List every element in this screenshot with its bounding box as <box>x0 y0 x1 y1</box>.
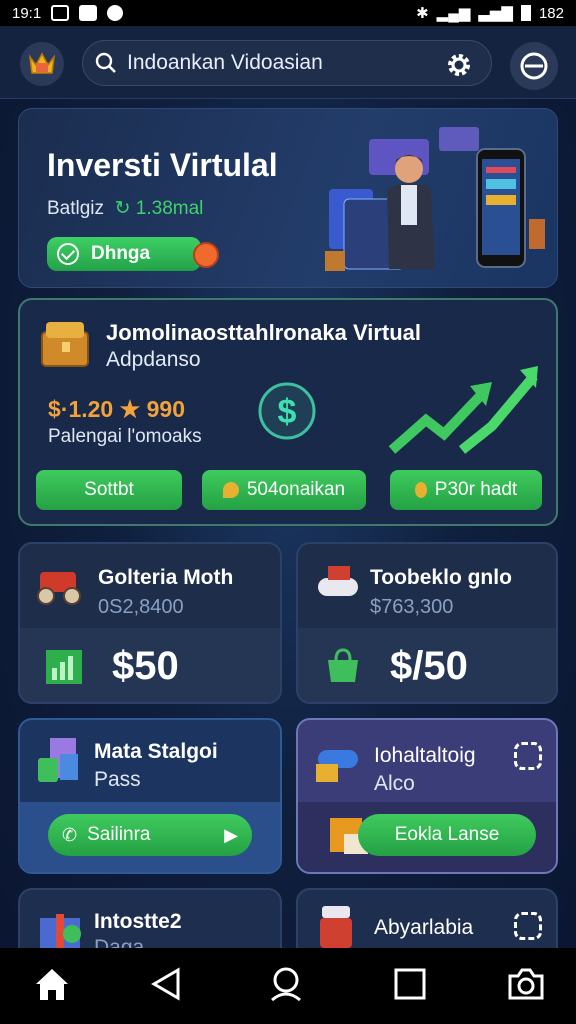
battery-icon <box>520 5 531 21</box>
refresh-icon: ↻ <box>109 198 131 219</box>
back-icon[interactable] <box>146 964 186 1004</box>
shop-card-2-title: Toobeklo gnlo <box>370 566 512 589</box>
pass-card-2-title: Iohaltaltoig <box>374 744 476 767</box>
feature-note: Palengai l'omoaks <box>48 426 202 447</box>
supplies-icon <box>316 750 358 782</box>
feature-title: Jomolinaosttahlronaka Virtual <box>106 320 422 345</box>
shop-card-1-footer: $50 <box>20 628 280 702</box>
svg-text:$: $ <box>278 393 297 431</box>
more-card-2-title: Abyarlabia <box>374 916 474 939</box>
search-icon <box>95 52 116 73</box>
pass-card-2-subtitle: Alco <box>374 772 415 795</box>
bar-chart-icon <box>46 650 82 684</box>
wifi-icon: ▃▅▇ <box>478 5 513 22</box>
status-bar: 19:1 ✱ ▂▄▆ ▃▅▇ 182 <box>0 0 576 26</box>
shop-card-1-subtitle: 0S2,8400 <box>98 596 184 618</box>
pass-card-2[interactable]: Iohaltaltoig Alco Eokla Lanse <box>296 718 558 874</box>
bottom-navigation <box>0 948 576 1024</box>
shop-card-2-price: $/50 <box>390 644 468 688</box>
pass-card-1-button[interactable]: ✆ Sailinra ▶ <box>48 814 252 856</box>
search-input[interactable]: Indoankan Vidoasian <box>127 51 323 75</box>
hero-subtitle: Batlgiz ↻ 1.38mal <box>47 197 203 220</box>
feature-price: $·1.20 ★ 990 <box>48 396 185 422</box>
crown-icon <box>28 52 56 74</box>
profile-icon[interactable] <box>266 964 306 1004</box>
pass-items-icon <box>38 738 78 782</box>
menu-icon <box>520 52 548 80</box>
phone-icon: ✆ <box>62 824 78 845</box>
feature-button-1[interactable]: Sottbt <box>36 470 182 510</box>
signal-icon: ▂▄▆ <box>436 5 471 22</box>
vehicle-icon <box>37 572 81 605</box>
shopping-bag-icon <box>328 648 358 682</box>
feature-button-2-label: 504onaikan <box>246 479 346 500</box>
shop-card-2-subtitle: $763,300 <box>370 596 454 618</box>
pass-card-1-subtitle: Pass <box>94 768 141 791</box>
shop-card-2-footer: $/50 <box>298 628 556 702</box>
pin-icon <box>222 482 239 498</box>
pass-card-1-button-label: Sailinra <box>87 824 151 845</box>
shop-card-1-price: $50 <box>112 644 179 688</box>
app-logo-button[interactable] <box>20 42 64 86</box>
battery-level: 182 <box>538 4 564 22</box>
pass-card-2-button[interactable]: Eokla Lanse <box>358 814 536 856</box>
hero-banner[interactable]: Inversti Virtulal Batlgiz ↻ 1.38mal Dhng… <box>18 108 558 288</box>
shop-card-1-title: Golteria Moth <box>98 566 234 589</box>
image-icon <box>51 5 70 21</box>
home-icon[interactable] <box>32 964 72 1004</box>
search-bar[interactable]: Indoankan Vidoasian <box>82 40 492 86</box>
hero-sub-label: Batlgiz <box>47 198 105 219</box>
bluetooth-icon: ✱ <box>416 5 429 22</box>
hero-button-label: Dhnga <box>91 243 151 264</box>
treasure-chest-icon <box>41 322 89 367</box>
dollar-coin-icon: $ <box>258 382 316 440</box>
gear-icon[interactable] <box>443 49 475 81</box>
record-icon <box>193 242 219 268</box>
feature-button-2[interactable]: 504onaikan <box>202 470 366 510</box>
more-options-icon-2[interactable] <box>514 912 542 940</box>
feature-button-3-label: P30r hadt <box>434 479 518 500</box>
pass-card-1[interactable]: Mata Stalgoi Pass ✆ Sailinra ▶ <box>18 718 282 874</box>
jar-icon <box>320 906 352 948</box>
pass-card-2-footer: Eokla Lanse <box>298 802 556 872</box>
feature-button-3[interactable]: P30r hadt <box>390 470 542 510</box>
growth-chart-icon <box>388 366 538 454</box>
investor-illustration <box>325 127 545 271</box>
more-card-1-title: Intostte2 <box>94 910 182 933</box>
gift-box-icon <box>40 914 81 948</box>
bulb-icon <box>414 482 427 498</box>
check-icon <box>57 243 79 265</box>
mail-icon <box>79 5 98 21</box>
shop-card-2[interactable]: Toobeklo gnlo $763,300 $/50 <box>296 542 558 704</box>
feature-subtitle: Adpdanso <box>106 348 201 371</box>
shop-card-1[interactable]: Golteria Moth 0S2,8400 $50 <box>18 542 282 704</box>
featured-investment-card[interactable]: Jomolinaosttahlronaka Virtual Adpdanso $… <box>18 298 558 526</box>
status-time: 19:1 <box>12 4 42 22</box>
pass-card-1-footer: ✆ Sailinra ▶ <box>20 802 280 872</box>
hero-sub-value: 1.38mal <box>135 198 204 219</box>
play-icon: ▶ <box>224 824 238 845</box>
more-options-icon[interactable] <box>514 742 542 770</box>
top-app-bar: Indoankan Vidoasian <box>0 26 576 99</box>
menu-button[interactable] <box>510 42 558 90</box>
hero-action-button[interactable]: Dhnga <box>47 237 219 271</box>
camera-icon[interactable] <box>506 964 546 1004</box>
pass-card-1-title: Mata Stalgoi <box>94 740 218 763</box>
hero-title: Inversti Virtulal <box>47 147 278 183</box>
recent-apps-icon[interactable] <box>390 964 430 1004</box>
notification-icon <box>107 5 124 21</box>
scroll-bundle-icon <box>318 566 358 596</box>
